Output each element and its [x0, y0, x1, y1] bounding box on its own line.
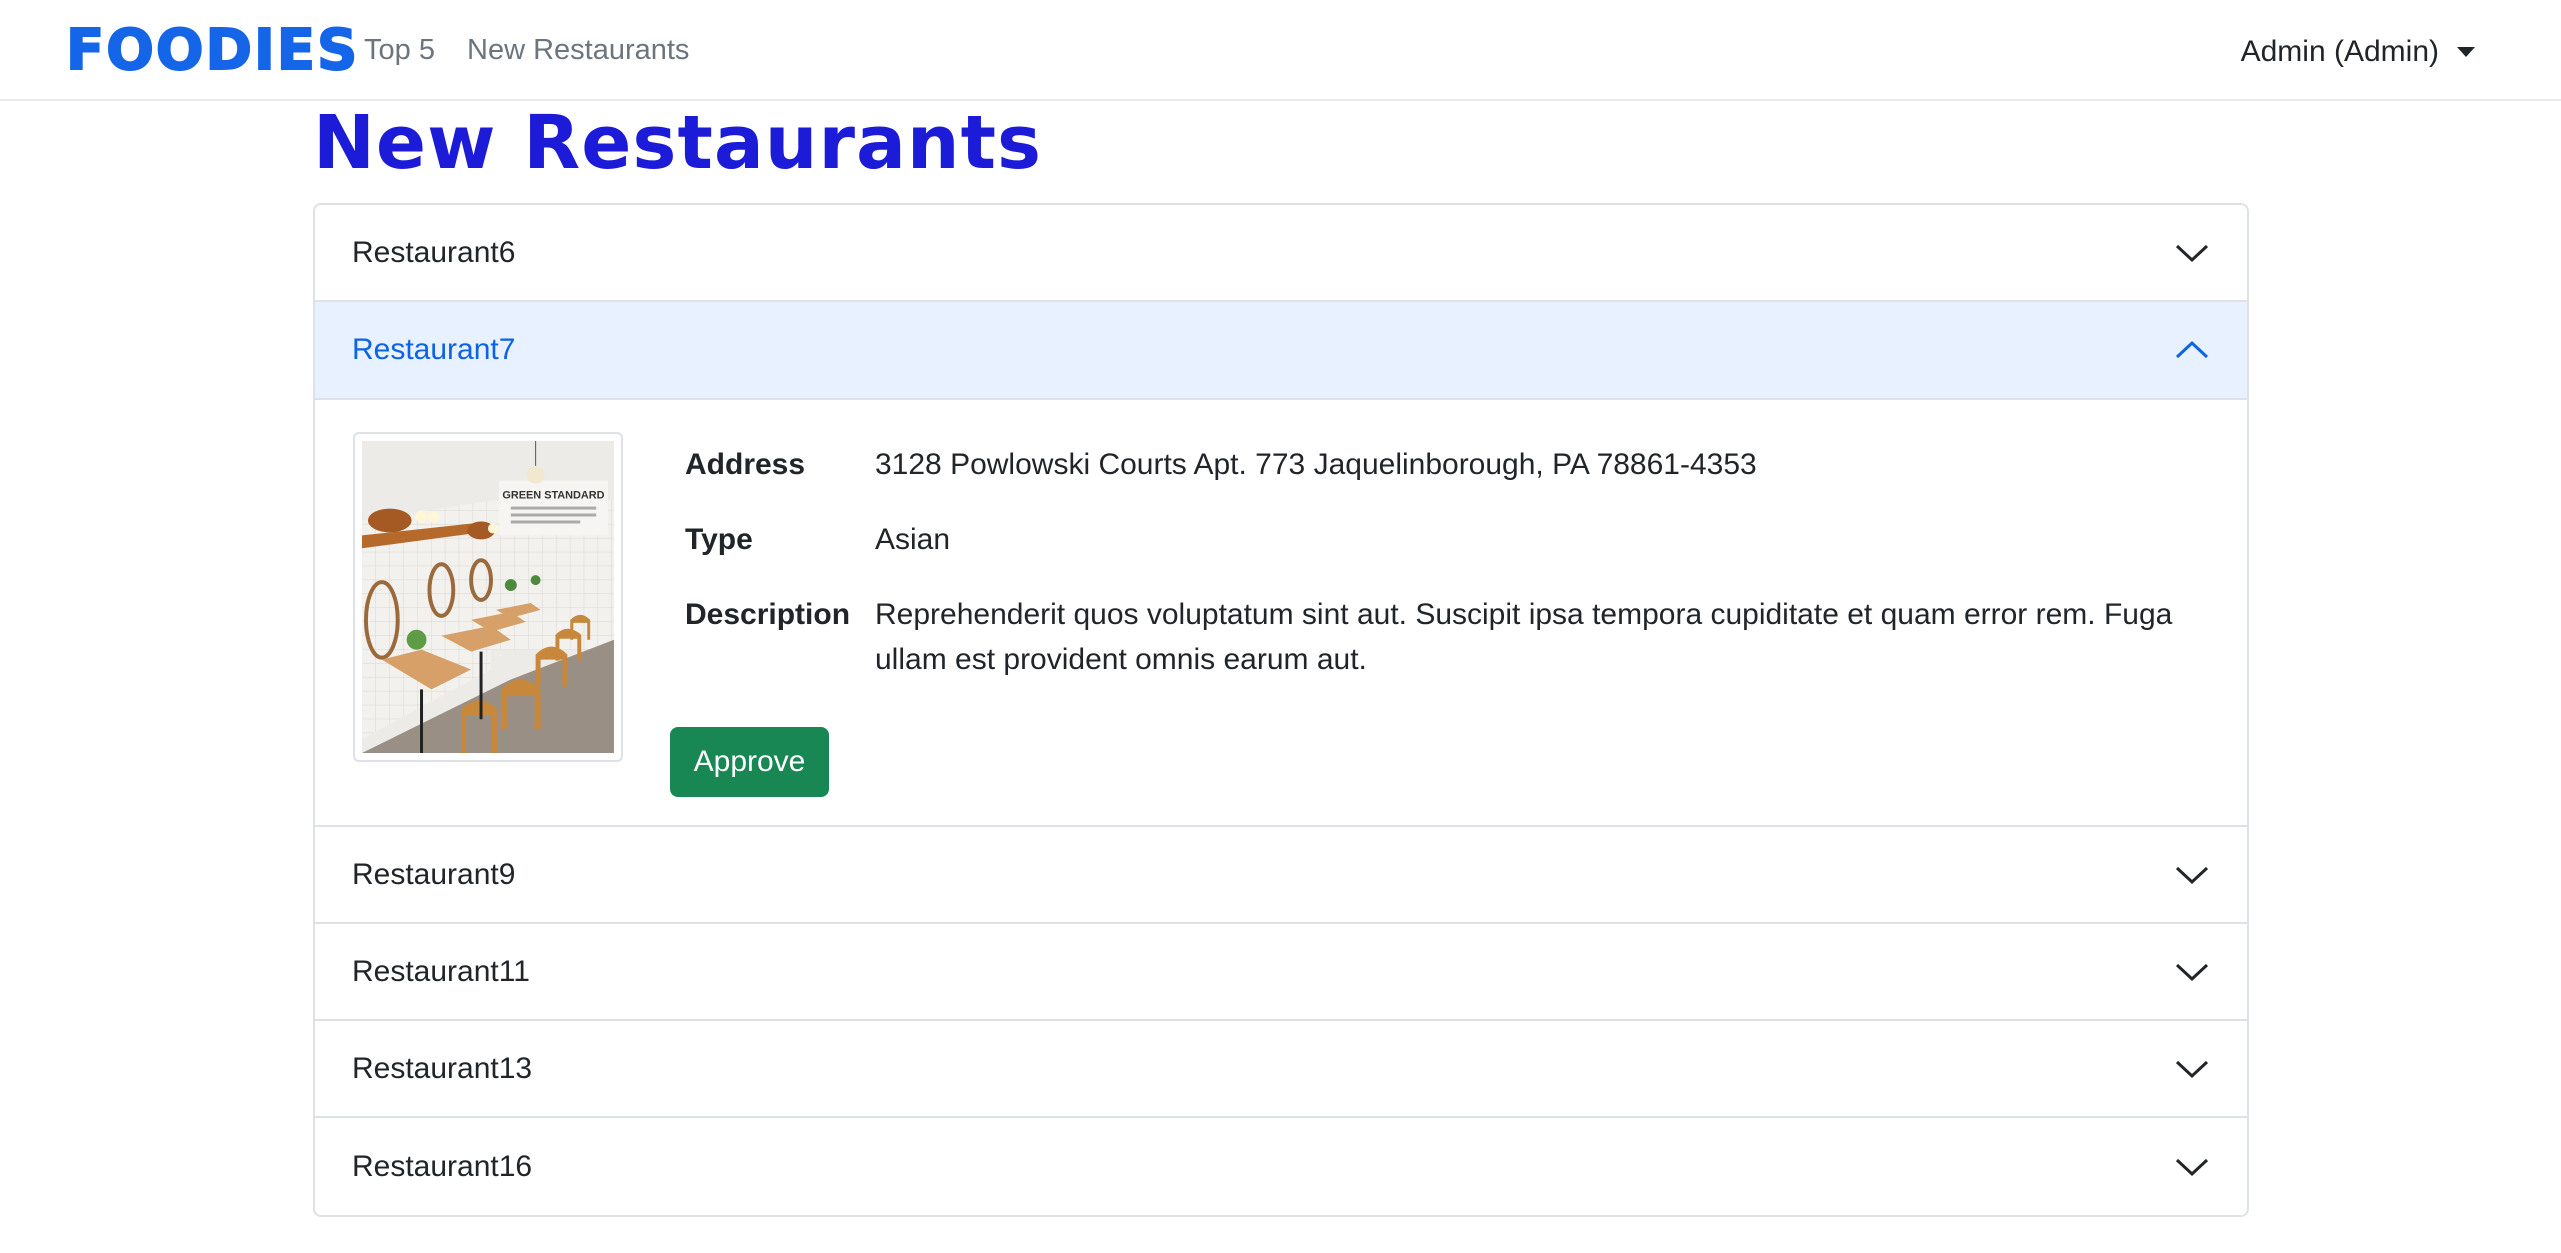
- type-value: Asian: [875, 523, 951, 556]
- chevron-up-icon: [2175, 340, 2209, 359]
- restaurant-image: GREEN STANDARD: [353, 432, 623, 762]
- accordion-header-restaurant6[interactable]: Restaurant6: [315, 205, 2247, 302]
- chevron-down-icon: [2175, 1060, 2209, 1078]
- restaurant-name: Restaurant7: [352, 333, 516, 366]
- description-label: Description: [685, 598, 851, 631]
- chevron-down-icon: [2175, 963, 2209, 981]
- address-row: Address 3128 Powlowski Courts Apt. 773 J…: [685, 442, 2205, 487]
- page-title: New Restaurants: [313, 100, 1042, 186]
- caret-down-icon: [2457, 47, 2475, 57]
- type-row: Type Asian: [685, 517, 2205, 562]
- restaurant-accordion: Restaurant6 Restaurant7 GREEN STANDARD A…: [313, 203, 2249, 1217]
- type-label: Type: [685, 523, 753, 556]
- chevron-down-icon: [2175, 866, 2209, 884]
- navbar: FOODIES Top 5 New Restaurants Admin (Adm…: [0, 0, 2561, 101]
- brand-logo[interactable]: FOODIES: [65, 17, 359, 84]
- restaurant-details: Address 3128 Powlowski Courts Apt. 773 J…: [685, 442, 2205, 712]
- restaurant-name: Restaurant11: [352, 954, 530, 988]
- nav-link-top5[interactable]: Top 5: [364, 30, 435, 70]
- description-row: Description Reprehenderit quos voluptatu…: [685, 592, 2205, 682]
- approve-button[interactable]: Approve: [670, 727, 829, 797]
- accordion-header-restaurant9[interactable]: Restaurant9: [315, 827, 2247, 924]
- restaurant-name: Restaurant13: [352, 1051, 533, 1085]
- address-value: 3128 Powlowski Courts Apt. 773 Jaquelinb…: [875, 448, 1757, 481]
- user-name: Admin (Admin): [2240, 35, 2439, 68]
- accordion-header-restaurant7[interactable]: Restaurant7: [315, 302, 2247, 400]
- restaurant-name: Restaurant9: [352, 857, 516, 891]
- restaurant-name: Restaurant6: [352, 235, 516, 269]
- accordion-header-restaurant13[interactable]: Restaurant13: [315, 1021, 2247, 1118]
- accordion-header-restaurant16[interactable]: Restaurant16: [315, 1118, 2247, 1215]
- chevron-down-icon: [2175, 1158, 2209, 1176]
- nav-link-new-restaurants[interactable]: New Restaurants: [467, 30, 689, 70]
- restaurant-name: Restaurant16: [352, 1149, 533, 1183]
- restaurant-photo: GREEN STANDARD: [362, 441, 614, 753]
- address-label: Address: [685, 448, 806, 481]
- photo-sign-text: GREEN STANDARD: [502, 490, 604, 502]
- chevron-down-icon: [2175, 244, 2209, 262]
- accordion-body-restaurant7: GREEN STANDARD Address 3128 Powlowski Co…: [315, 400, 2247, 827]
- accordion-header-restaurant11[interactable]: Restaurant11: [315, 924, 2247, 1021]
- description-value: Reprehenderit quos voluptatum sint aut. …: [875, 598, 2173, 676]
- user-dropdown[interactable]: Admin (Admin): [2241, 32, 2475, 72]
